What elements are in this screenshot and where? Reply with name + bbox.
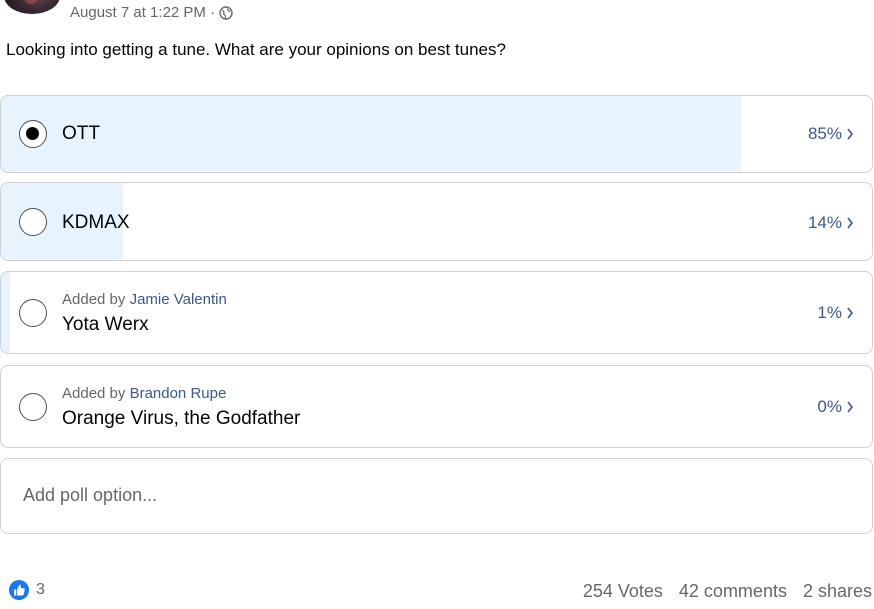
votes-count[interactable]: 254 Votes xyxy=(583,581,663,602)
post-header: August 7 at 1:22 PM · xyxy=(0,0,874,36)
poll-option-fill xyxy=(1,272,10,353)
shares-count[interactable]: 2 shares xyxy=(803,581,872,602)
poll-option-percent[interactable]: 14% xyxy=(808,213,854,233)
poll-option-ott[interactable]: OTT 85% xyxy=(0,95,873,173)
avatar[interactable] xyxy=(4,0,60,14)
poll-option-percent[interactable]: 1% xyxy=(817,303,854,323)
poll-option-percent[interactable]: 85% xyxy=(808,124,854,144)
reactions-summary[interactable]: 3 xyxy=(8,579,45,601)
poll-option-percent[interactable]: 0% xyxy=(817,397,854,417)
comments-count[interactable]: 42 comments xyxy=(679,581,787,602)
poll-percent-value[interactable]: 1% xyxy=(817,303,842,323)
poll-option-label: Orange Virus, the Godfather xyxy=(62,408,301,429)
poll-option-added-by: Added by Jamie Valentin xyxy=(62,291,227,308)
poll-option-added-by: Added by Brandon Rupe xyxy=(62,385,226,402)
added-by-prefix: Added by xyxy=(62,385,130,402)
chevron-right-icon xyxy=(847,217,854,229)
added-by-author-link[interactable]: Jamie Valentin xyxy=(130,291,227,308)
poll-radio[interactable] xyxy=(19,208,47,236)
added-by-author-link[interactable]: Brandon Rupe xyxy=(130,385,227,402)
poll-option-kdmax[interactable]: KDMAX 14% xyxy=(0,182,873,261)
chevron-right-icon xyxy=(847,401,854,413)
poll-percent-value[interactable]: 14% xyxy=(808,213,842,233)
poll-radio[interactable] xyxy=(19,299,47,327)
poll-percent-value[interactable]: 85% xyxy=(808,124,842,144)
post-stats: 254 Votes 42 comments 2 shares xyxy=(583,581,872,602)
poll-percent-value[interactable]: 0% xyxy=(817,397,842,417)
poll-option-label: KDMAX xyxy=(62,212,130,233)
like-icon xyxy=(9,580,29,600)
globe-icon xyxy=(219,5,233,20)
post-footer: 3 254 Votes 42 comments 2 shares xyxy=(0,576,874,606)
added-by-prefix: Added by xyxy=(62,291,130,308)
timestamp-text[interactable]: August 7 at 1:22 PM · xyxy=(70,4,215,21)
poll-option-fill xyxy=(1,96,742,172)
poll-option-yota-werx[interactable]: Added by Jamie Valentin Yota Werx 1% xyxy=(0,271,873,354)
poll-radio[interactable] xyxy=(19,120,47,148)
reactions-count[interactable]: 3 xyxy=(36,581,45,599)
poll-option-label: Yota Werx xyxy=(62,314,149,335)
chevron-right-icon xyxy=(847,128,854,140)
poll-radio[interactable] xyxy=(19,393,47,421)
add-poll-option-input[interactable] xyxy=(23,485,823,506)
poll-option-orange-virus[interactable]: Added by Brandon Rupe Orange Virus, the … xyxy=(0,365,873,448)
post-timestamp[interactable]: August 7 at 1:22 PM · xyxy=(70,4,233,21)
poll-option-label: OTT xyxy=(62,123,100,144)
post-text: Looking into getting a tune. What are yo… xyxy=(6,40,506,59)
add-poll-option[interactable] xyxy=(0,458,873,534)
chevron-right-icon xyxy=(847,307,854,319)
